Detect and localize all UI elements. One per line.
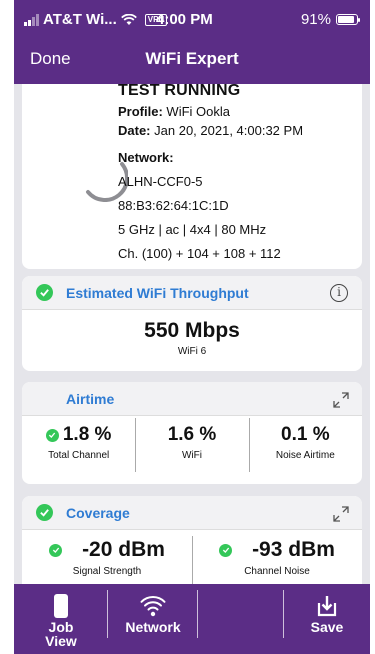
job-view-tab[interactable]: Job View xyxy=(14,584,108,654)
save-tab[interactable]: Save xyxy=(284,584,370,654)
carrier-label: AT&T Wi... xyxy=(43,11,117,28)
check-icon xyxy=(45,428,59,442)
save-tab-label: Save xyxy=(310,619,344,635)
page-title: WiFi Expert xyxy=(145,49,239,68)
signal-strength-metric: -20 dBm Signal Strength xyxy=(22,538,192,584)
throughput-title: Estimated WiFi Throughput xyxy=(66,284,249,301)
save-icon xyxy=(317,596,337,617)
battery-percent: 91% xyxy=(300,11,331,28)
phone-screen: AT&T Wi... VPN 4:00 PM 91% Done WiFi Exp… xyxy=(14,0,370,654)
noise-airtime-value: 0.1 % xyxy=(281,424,330,445)
airtime-header: Airtime xyxy=(22,382,362,416)
test-running-card: TEST RUNNING Profile: WiFi Ookla Date: J… xyxy=(22,84,362,269)
airtime-metrics: 1.8 % Total Channel 1.6 % WiFi 0.1 % Noi… xyxy=(22,418,362,480)
test-status: TEST RUNNING xyxy=(118,84,241,99)
wifi-airtime-value: 1.6 % xyxy=(167,424,217,445)
date-row: Date: Jan 20, 2021, 4:00:32 PM xyxy=(118,123,358,138)
throughput-value: 550 Mbps xyxy=(144,319,240,342)
airtime-title: Airtime xyxy=(66,390,115,407)
app-screen: AT&T Wi... VPN 4:00 PM 91% Done WiFi Exp… xyxy=(0,0,375,654)
wifi-status-icon xyxy=(120,13,137,25)
signal-bars-icon xyxy=(24,13,39,26)
total-channel-label: Total Channel xyxy=(48,450,110,461)
noise-airtime-label: Noise Airtime xyxy=(275,450,335,461)
phone-icon xyxy=(54,594,68,618)
signal-strength-label: Signal Strength xyxy=(72,566,142,577)
signal-strength-value: -20 dBm xyxy=(82,538,165,561)
status-left: AT&T Wi... VPN xyxy=(24,11,168,28)
nav-bar: Done WiFi Expert xyxy=(14,44,370,76)
airtime-noise: 0.1 % Noise Airtime xyxy=(248,418,362,480)
wifi-airtime-label: WiFi xyxy=(181,450,202,461)
empty-tab-slot xyxy=(198,584,284,654)
total-channel-value: 1.8 % xyxy=(62,424,112,445)
throughput-header: Estimated WiFi Throughput i xyxy=(22,276,362,310)
network-ssid: ALHN-CCF0-5 xyxy=(118,174,203,189)
test-details: TEST RUNNING Profile: WiFi Ookla Date: J… xyxy=(118,84,358,261)
throughput-card: Estimated WiFi Throughput i 550 Mbps WiF… xyxy=(22,276,362,371)
network-bssid: 88:B3:62:64:1C:1D xyxy=(118,198,229,213)
network-tab[interactable]: Network xyxy=(108,584,198,654)
profile-value: WiFi Ookla xyxy=(166,104,230,119)
info-icon[interactable]: i xyxy=(330,284,348,302)
expand-icon[interactable] xyxy=(332,505,350,523)
check-icon xyxy=(36,504,53,521)
check-icon xyxy=(49,543,63,557)
battery-icon xyxy=(336,14,360,25)
network-tab-label: Network xyxy=(125,619,181,635)
main-content[interactable]: TEST RUNNING Profile: WiFi Ookla Date: J… xyxy=(14,84,370,584)
channel-noise-value: -93 dBm xyxy=(252,538,335,561)
job-view-label-line2: View xyxy=(45,633,77,649)
network-channels: Ch. (100) + 104 + 108 + 112 xyxy=(118,246,281,261)
wifi-icon xyxy=(140,596,166,617)
top-bar: AT&T Wi... VPN 4:00 PM 91% Done WiFi Exp… xyxy=(14,0,370,84)
date-value: Jan 20, 2021, 4:00:32 PM xyxy=(154,123,304,138)
coverage-header: Coverage xyxy=(22,496,362,530)
channel-noise-label: Channel Noise xyxy=(244,566,310,577)
profile-label: Profile: xyxy=(118,104,163,119)
coverage-title: Coverage xyxy=(66,504,130,521)
check-icon xyxy=(36,284,53,301)
network-label: Network: xyxy=(118,150,174,165)
expand-icon[interactable] xyxy=(332,391,350,409)
throughput-body: 550 Mbps WiFi 6 xyxy=(22,310,362,357)
airtime-card[interactable]: Airtime 1.8 % Total Channel 1.6 % WiFi 0… xyxy=(22,382,362,484)
airtime-wifi: 1.6 % WiFi xyxy=(135,418,248,480)
status-time: 4:00 PM xyxy=(156,11,213,28)
bottom-tab-bar: Job View Network Save xyxy=(14,584,370,654)
status-bar: AT&T Wi... VPN 4:00 PM 91% xyxy=(14,0,370,38)
coverage-card[interactable]: Coverage -20 dBm Signal Strength -93 dBm… xyxy=(22,496,362,584)
network-band: 5 GHz | ac | 4x4 | 80 MHz xyxy=(118,222,267,237)
channel-noise-metric: -93 dBm Channel Noise xyxy=(192,536,362,584)
status-right: 91% xyxy=(300,11,360,28)
date-label: Date: xyxy=(118,123,151,138)
profile-row: Profile: WiFi Ookla xyxy=(118,104,358,119)
check-icon xyxy=(219,543,233,557)
coverage-metrics: -20 dBm Signal Strength -93 dBm Channel … xyxy=(22,536,362,584)
airtime-total-channel: 1.8 % Total Channel xyxy=(22,422,135,480)
throughput-standard: WiFi 6 xyxy=(177,346,207,357)
